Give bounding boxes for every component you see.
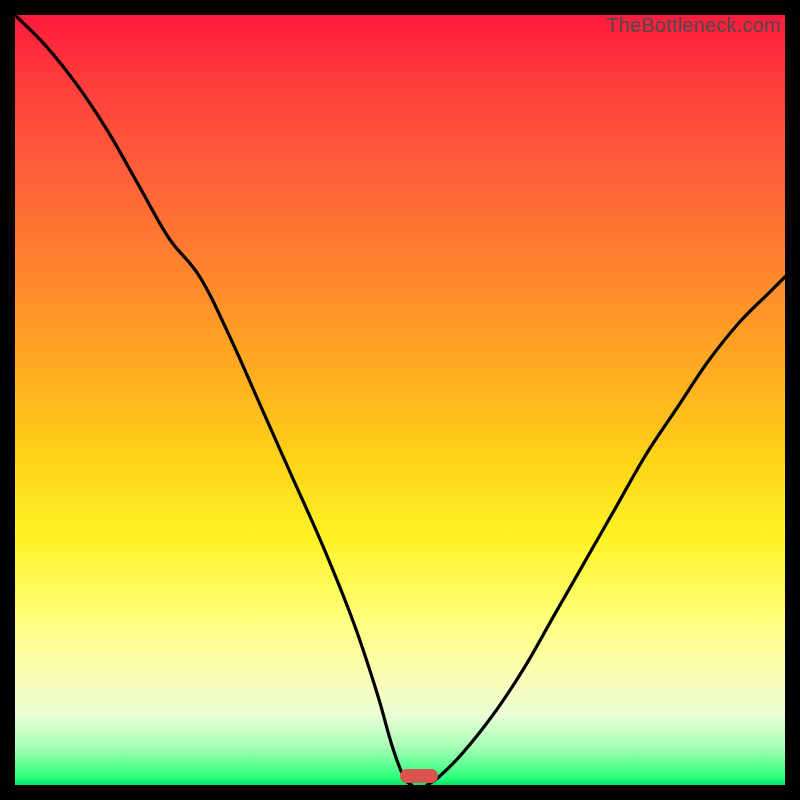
plot-area: TheBottleneck.com [15,15,785,785]
curve-right-branch [427,277,785,785]
bottleneck-marker [400,769,438,783]
bottleneck-curve [15,15,785,785]
curve-left-branch [15,15,412,785]
chart-frame: TheBottleneck.com [0,0,800,800]
